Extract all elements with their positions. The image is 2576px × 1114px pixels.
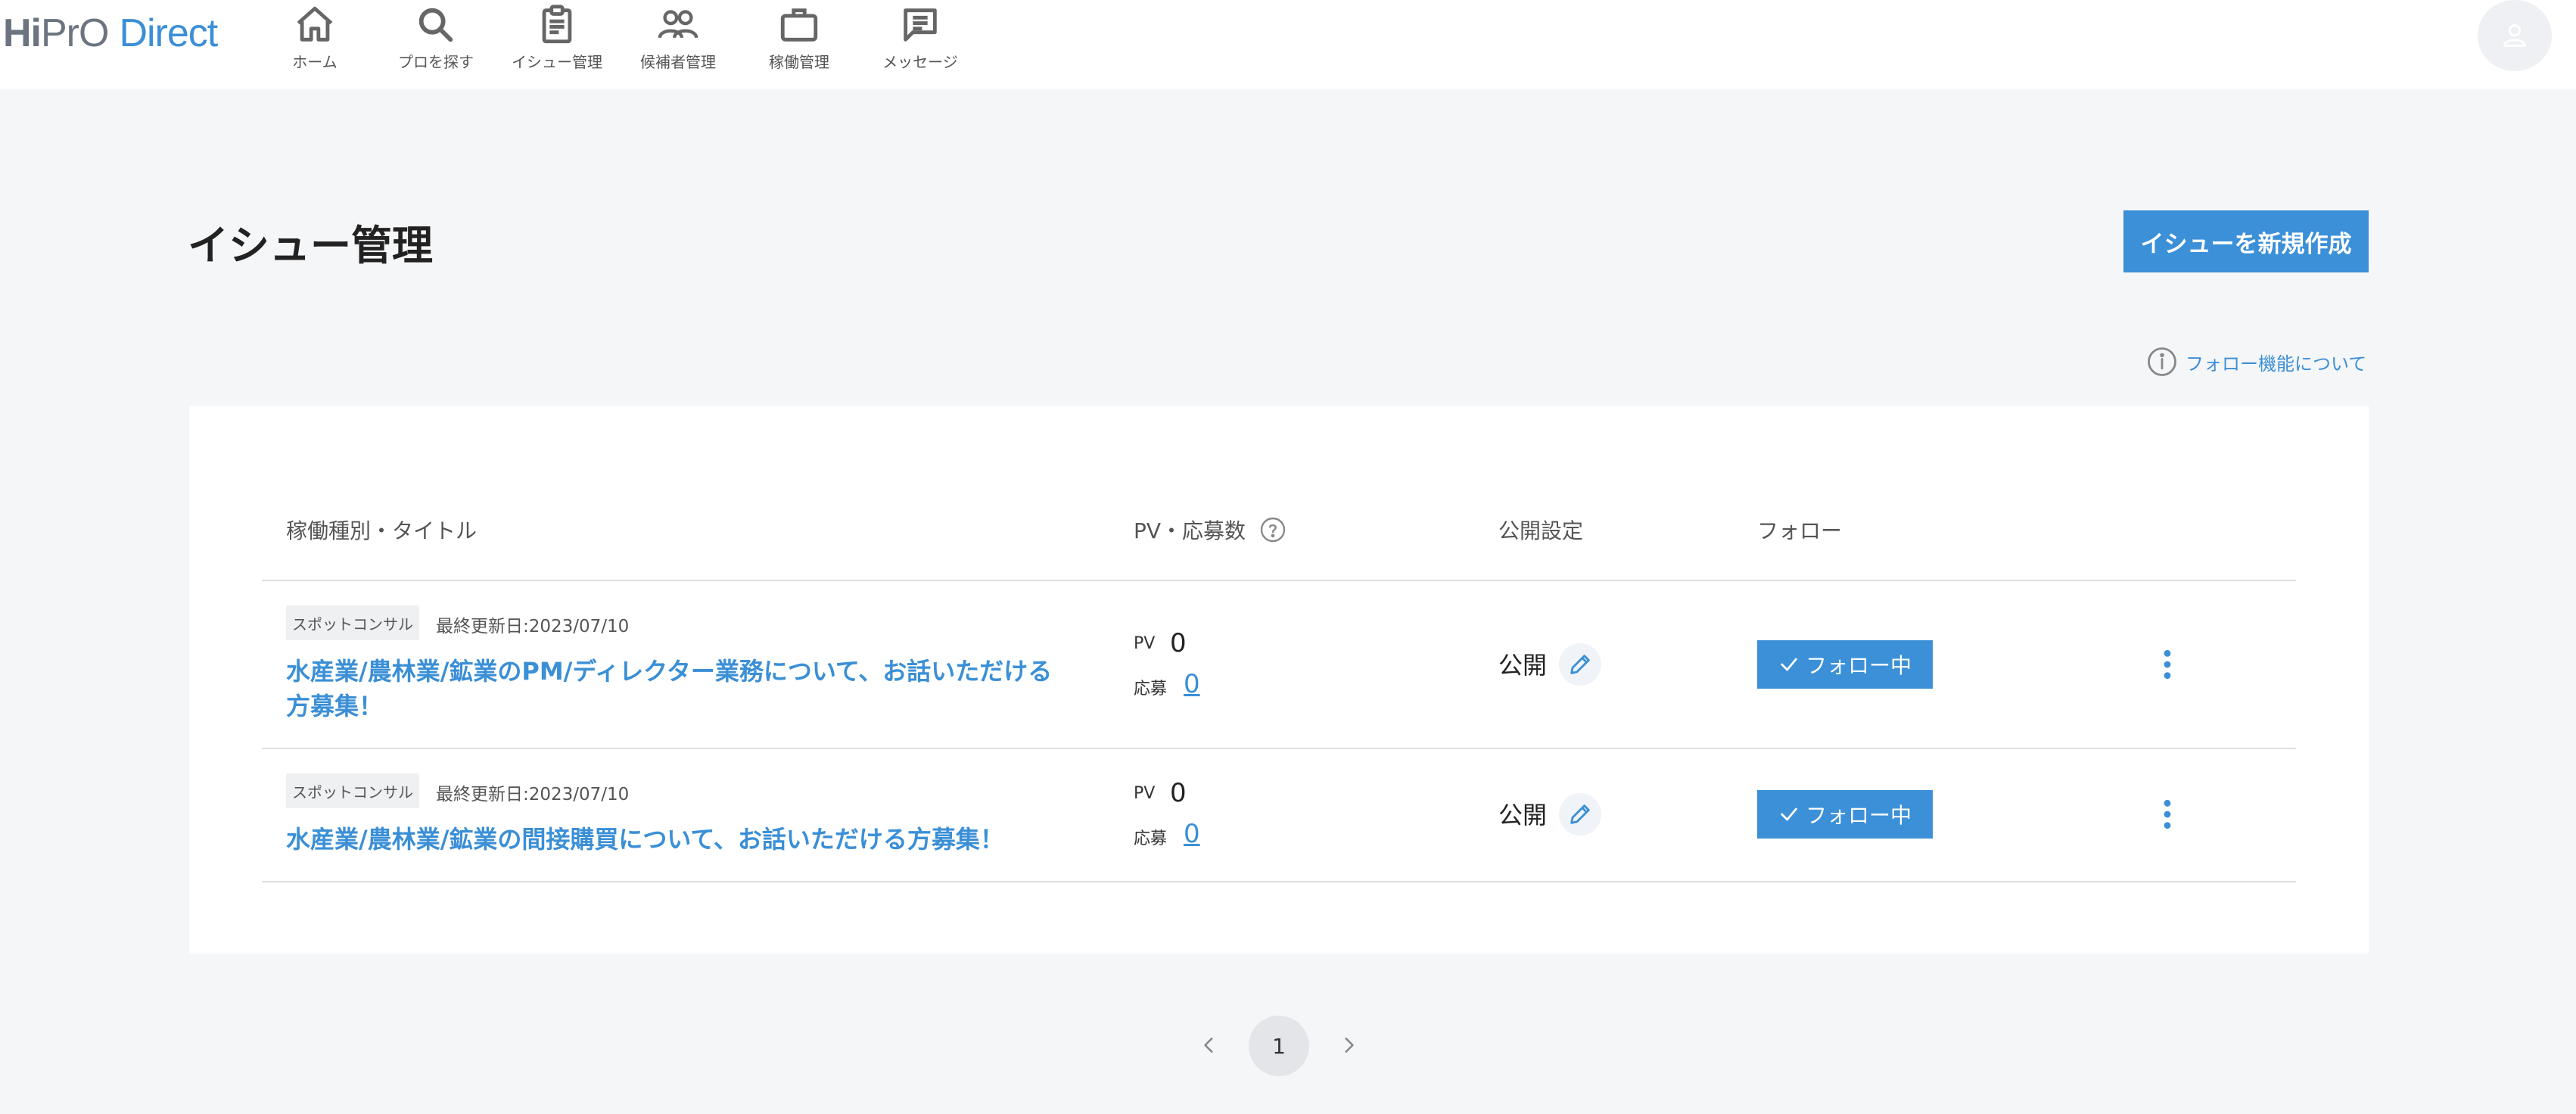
kebab-menu-icon: [2164, 649, 2171, 680]
check-icon: [1781, 807, 1797, 821]
more-options-button[interactable]: [2154, 793, 2181, 835]
apply-count-link[interactable]: 0: [1184, 669, 1200, 699]
page-title: イシュー管理: [188, 222, 433, 269]
logo-direct-text: Direct: [119, 11, 218, 55]
user-avatar-button[interactable]: [2478, 0, 2552, 71]
next-page-button[interactable]: [1333, 1028, 1364, 1063]
apply-label: 応募: [1134, 680, 1168, 699]
logo-pro-text: PrO: [41, 11, 109, 55]
header-visibility-column: 公開設定: [1498, 518, 1584, 543]
work-type-tag: スポットコンサル: [286, 605, 419, 640]
briefcase-icon: [780, 8, 818, 42]
info-icon: [2148, 347, 2176, 376]
hipro-direct-logo[interactable]: Hi PrO Direct: [3, 11, 218, 56]
prev-page-button[interactable]: [1194, 1028, 1224, 1063]
last-updated-date: 最終更新日:2023/07/10: [436, 617, 630, 636]
nav-label-search-pro: プロを探す: [398, 53, 474, 71]
pv-label: PV: [1134, 634, 1156, 653]
chevron-right-icon: [1345, 1038, 1354, 1053]
header-pv-column: PV・応募数: [1134, 515, 1286, 545]
nav-label-candidates: 候補者管理: [640, 53, 716, 71]
follow-help-label: フォロー機能について: [2186, 353, 2367, 375]
visibility-status: 公開: [1498, 801, 1548, 829]
pv-value: 0: [1170, 778, 1187, 808]
header-divider: [262, 580, 2296, 581]
message-icon: [904, 8, 937, 42]
work-type-tag: スポットコンサル: [286, 773, 419, 808]
following-toggle-button[interactable]: フォロー中: [1757, 790, 1933, 839]
check-icon: [1781, 658, 1797, 671]
nav-item-candidates[interactable]: 候補者管理: [618, 0, 739, 89]
following-label: フォロー中: [1805, 803, 1912, 828]
visibility-status: 公開: [1498, 651, 1548, 680]
issue-title-link[interactable]: 水産業/農林業/鉱業の間接購買について、お話いただける方募集！: [286, 822, 1073, 857]
edit-visibility-button[interactable]: [1559, 643, 1601, 686]
nav-item-operations[interactable]: 稼働管理: [739, 0, 860, 89]
logo-hi-text: Hi: [3, 11, 42, 55]
pv-label: PV: [1134, 784, 1156, 803]
header-follow-column: フォロー: [1757, 518, 1843, 543]
clipboard-icon: [542, 5, 572, 44]
pencil-icon: [1570, 804, 1590, 824]
more-options-button[interactable]: [2154, 643, 2181, 686]
user-icon: [2503, 24, 2526, 47]
row-divider: [262, 748, 2296, 749]
nav-label-messages: メッセージ: [882, 53, 958, 71]
issue-title-link[interactable]: 水産業/農林業/鉱業のPM/ディレクター業務について、お話いただける方募集！: [286, 654, 1073, 723]
pencil-icon: [1570, 655, 1590, 674]
create-issue-button[interactable]: イシューを新規作成: [2123, 210, 2369, 272]
search-icon: [418, 8, 453, 42]
nav-item-messages[interactable]: メッセージ: [860, 0, 981, 89]
pv-value: 0: [1170, 628, 1187, 658]
nav-item-search-pro[interactable]: プロを探す: [375, 0, 496, 89]
edit-visibility-button[interactable]: [1559, 793, 1601, 835]
nav-label-operations: 稼働管理: [769, 53, 829, 71]
home-icon: [297, 6, 333, 42]
top-header: Hi PrO Direct ホーム プロを探す イシュー管理 候補者管理 稼働管理 …: [0, 0, 2576, 89]
header-title-column: 稼働種別・タイトル: [286, 518, 478, 543]
kebab-menu-icon: [2164, 799, 2171, 829]
nav-label-home: ホーム: [292, 53, 338, 71]
following-toggle-button[interactable]: フォロー中: [1757, 640, 1933, 689]
nav-label-issues: イシュー管理: [512, 53, 602, 71]
users-icon: [658, 10, 698, 39]
apply-label: 応募: [1134, 829, 1168, 848]
nav-item-issues[interactable]: イシュー管理: [496, 0, 618, 89]
last-updated-date: 最終更新日:2023/07/10: [436, 785, 630, 804]
header-pv-label: PV・応募数: [1134, 518, 1246, 543]
following-label: フォロー中: [1805, 653, 1912, 678]
row-divider: [262, 881, 2296, 882]
chevron-left-icon: [1204, 1038, 1213, 1053]
follow-help-link[interactable]: フォロー機能について: [2146, 345, 2366, 378]
nav-item-home[interactable]: ホーム: [254, 0, 375, 89]
apply-count-link[interactable]: 0: [1184, 819, 1200, 849]
page-number-current[interactable]: 1: [1249, 1016, 1309, 1076]
help-icon[interactable]: [1259, 516, 1286, 543]
main-nav: ホーム プロを探す イシュー管理 候補者管理 稼働管理 メッセージ: [254, 0, 981, 89]
